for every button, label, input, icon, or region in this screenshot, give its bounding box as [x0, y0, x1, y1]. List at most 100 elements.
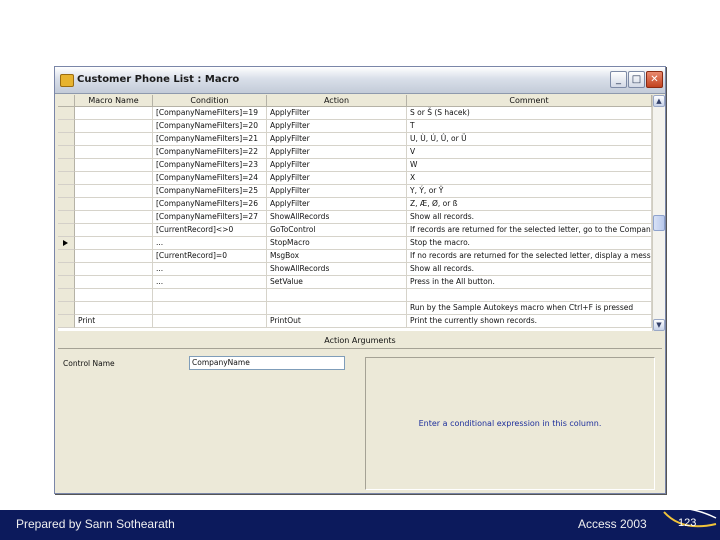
page-number: 123: [678, 517, 697, 529]
row-selector[interactable]: [58, 250, 75, 263]
row-selector[interactable]: [58, 302, 75, 315]
condition-cell[interactable]: [CompanyNameFilters]=23: [153, 159, 267, 172]
condition-cell[interactable]: [CurrentRecord]<>0: [153, 224, 267, 237]
condition-cell[interactable]: [CompanyNameFilters]=25: [153, 185, 267, 198]
row-selector[interactable]: [58, 120, 75, 133]
condition-cell[interactable]: [CompanyNameFilters]=27: [153, 211, 267, 224]
row-selector[interactable]: [58, 224, 75, 237]
action-cell[interactable]: ApplyFilter: [267, 133, 407, 146]
condition-cell[interactable]: [153, 289, 267, 302]
action-cell[interactable]: [267, 302, 407, 315]
comment-cell[interactable]: Y, Ý, or Ÿ: [407, 185, 652, 198]
row-selector[interactable]: [58, 315, 75, 328]
macro-name-cell[interactable]: [75, 133, 153, 146]
macro-name-cell[interactable]: [75, 172, 153, 185]
condition-cell[interactable]: [153, 302, 267, 315]
condition-cell[interactable]: [CompanyNameFilters]=20: [153, 120, 267, 133]
minimize-button[interactable]: _: [610, 71, 627, 88]
action-cell[interactable]: ApplyFilter: [267, 120, 407, 133]
maximize-button[interactable]: □: [628, 71, 645, 88]
macro-name-cell[interactable]: [75, 120, 153, 133]
action-cell[interactable]: MsgBox: [267, 250, 407, 263]
comment-cell[interactable]: X: [407, 172, 652, 185]
macro-name-cell[interactable]: [75, 289, 153, 302]
column-header-macro-name[interactable]: Macro Name: [75, 95, 153, 107]
comment-cell[interactable]: T: [407, 120, 652, 133]
column-header-condition[interactable]: Condition: [153, 95, 267, 107]
row-selector[interactable]: [58, 289, 75, 302]
action-cell[interactable]: PrintOut: [267, 315, 407, 328]
action-cell[interactable]: ShowAllRecords: [267, 211, 407, 224]
condition-cell[interactable]: ...: [153, 263, 267, 276]
condition-cell[interactable]: ...: [153, 237, 267, 250]
comment-cell[interactable]: W: [407, 159, 652, 172]
comment-cell[interactable]: Show all records.: [407, 263, 652, 276]
comment-cell[interactable]: Stop the macro.: [407, 237, 652, 250]
scroll-thumb[interactable]: [653, 215, 665, 231]
action-cell[interactable]: SetValue: [267, 276, 407, 289]
close-button[interactable]: ✕: [646, 71, 663, 88]
condition-cell[interactable]: [CompanyNameFilters]=22: [153, 146, 267, 159]
action-cell[interactable]: StopMacro: [267, 237, 407, 250]
row-selector[interactable]: [58, 133, 75, 146]
row-selector[interactable]: [58, 276, 75, 289]
condition-cell[interactable]: [CompanyNameFilters]=19: [153, 107, 267, 120]
action-cell[interactable]: ApplyFilter: [267, 198, 407, 211]
macro-name-cell[interactable]: [75, 107, 153, 120]
action-cell[interactable]: [267, 289, 407, 302]
macro-name-cell[interactable]: [75, 185, 153, 198]
condition-cell[interactable]: [CompanyNameFilters]=21: [153, 133, 267, 146]
comment-cell[interactable]: U, Ù, Ú, Û, or Ü: [407, 133, 652, 146]
row-selector[interactable]: [58, 198, 75, 211]
column-header-action[interactable]: Action: [267, 95, 407, 107]
row-selector[interactable]: [58, 185, 75, 198]
row-selector[interactable]: [58, 159, 75, 172]
row-selector[interactable]: [58, 263, 75, 276]
action-cell[interactable]: ShowAllRecords: [267, 263, 407, 276]
row-selector[interactable]: [58, 237, 75, 250]
macro-name-cell[interactable]: [75, 146, 153, 159]
comment-cell[interactable]: Print the currently shown records.: [407, 315, 652, 328]
action-cell[interactable]: GoToControl: [267, 224, 407, 237]
comment-cell[interactable]: If no records are returned for the selec…: [407, 250, 652, 263]
comment-cell[interactable]: Show all records.: [407, 211, 652, 224]
action-cell[interactable]: ApplyFilter: [267, 185, 407, 198]
action-cell[interactable]: ApplyFilter: [267, 159, 407, 172]
comment-cell[interactable]: If records are returned for the selected…: [407, 224, 652, 237]
column-header-comment[interactable]: Comment: [407, 95, 652, 107]
comment-cell[interactable]: [407, 289, 652, 302]
condition-cell[interactable]: [CurrentRecord]=0: [153, 250, 267, 263]
action-cell[interactable]: ApplyFilter: [267, 172, 407, 185]
action-cell[interactable]: ApplyFilter: [267, 146, 407, 159]
control-name-input[interactable]: CompanyName: [189, 356, 345, 370]
condition-cell[interactable]: [CompanyNameFilters]=26: [153, 198, 267, 211]
macro-name-cell[interactable]: [75, 198, 153, 211]
macro-name-cell[interactable]: Print: [75, 315, 153, 328]
comment-cell[interactable]: S or Š (S hacek): [407, 107, 652, 120]
comment-cell[interactable]: Z, Æ, Ø, or ß: [407, 198, 652, 211]
macro-name-cell[interactable]: [75, 276, 153, 289]
condition-cell[interactable]: ...: [153, 276, 267, 289]
row-selector[interactable]: [58, 172, 75, 185]
scroll-down-button[interactable]: ▼: [653, 319, 665, 331]
action-cell[interactable]: ApplyFilter: [267, 107, 407, 120]
condition-cell[interactable]: [153, 315, 267, 328]
macro-name-cell[interactable]: [75, 211, 153, 224]
control-name-label: Control Name: [63, 359, 115, 368]
vertical-scrollbar[interactable]: ▲ ▼: [652, 95, 665, 331]
row-selector[interactable]: [58, 107, 75, 120]
scroll-up-button[interactable]: ▲: [653, 95, 665, 107]
row-selector[interactable]: [58, 211, 75, 224]
window-titlebar[interactable]: Customer Phone List : Macro _ □ ✕: [55, 67, 665, 94]
macro-name-cell[interactable]: [75, 159, 153, 172]
macro-name-cell[interactable]: [75, 237, 153, 250]
row-selector[interactable]: [58, 146, 75, 159]
macro-name-cell[interactable]: [75, 224, 153, 237]
macro-name-cell[interactable]: [75, 263, 153, 276]
macro-name-cell[interactable]: [75, 250, 153, 263]
comment-cell[interactable]: Press in the All button.: [407, 276, 652, 289]
condition-cell[interactable]: [CompanyNameFilters]=24: [153, 172, 267, 185]
comment-cell[interactable]: Run by the Sample Autokeys macro when Ct…: [407, 302, 652, 315]
comment-cell[interactable]: V: [407, 146, 652, 159]
macro-name-cell[interactable]: [75, 302, 153, 315]
